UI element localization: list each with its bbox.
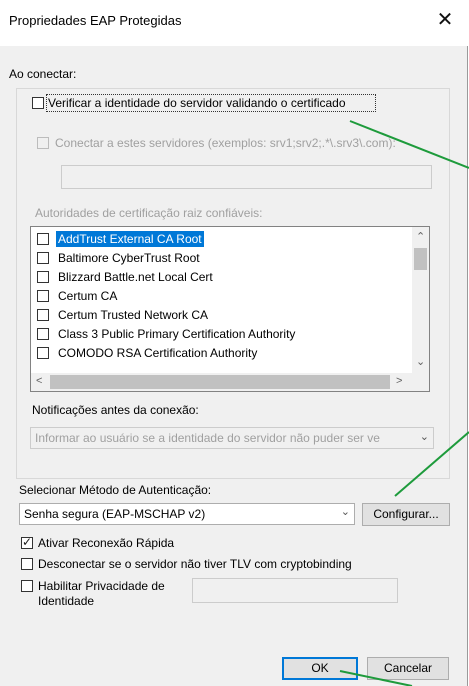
- chevron-down-icon: ⌄: [419, 431, 429, 443]
- trusted-roots-label: Autoridades de certificação raiz confiáv…: [35, 206, 263, 220]
- title-bar: Propriedades EAP Protegidas ✕: [0, 0, 468, 46]
- verify-server-checkbox[interactable]: [32, 97, 44, 109]
- certificate-label: Blizzard Battle.net Local Cert: [58, 270, 213, 284]
- close-icon[interactable]: ✕: [432, 8, 458, 34]
- scroll-thumb[interactable]: [414, 248, 427, 270]
- certificate-label: Class 3 Public Primary Certification Aut…: [58, 327, 296, 341]
- notifications-dropdown: Informar ao usuário se a identidade do s…: [30, 427, 434, 449]
- notifications-label: Notificações antes da conexão:: [32, 403, 199, 417]
- connect-servers-label: Conectar a estes servidores (exemplos: s…: [55, 136, 396, 150]
- certificate-checkbox[interactable]: [37, 233, 49, 245]
- certificate-checkbox[interactable]: [37, 328, 49, 340]
- identity-privacy-label-line1: Habilitar Privacidade de: [38, 579, 165, 593]
- certificate-label: COMODO RSA Certification Authority: [58, 346, 258, 360]
- certificate-checkbox[interactable]: [37, 290, 49, 302]
- certificate-checkbox[interactable]: [37, 252, 49, 264]
- disconnect-tlv-label: Desconectar se o servidor não tiver TLV …: [38, 557, 352, 571]
- scroll-down-icon[interactable]: ⌄: [416, 355, 425, 368]
- on-connect-label: Ao conectar:: [9, 67, 77, 81]
- scroll-left-icon[interactable]: <: [36, 375, 42, 387]
- disconnect-tlv-checkbox[interactable]: [21, 558, 33, 570]
- identity-privacy-label-line2: Identidade: [38, 594, 95, 608]
- eap-properties-dialog: Propriedades EAP Protegidas ✕ Ao conecta…: [0, 0, 468, 686]
- fast-reconnect-label: Ativar Reconexão Rápida: [38, 536, 175, 550]
- certificate-label: Baltimore CyberTrust Root: [58, 251, 200, 265]
- fast-reconnect-checkbox[interactable]: [21, 535, 33, 549]
- servers-input: [61, 165, 432, 189]
- certificate-label: AddTrust External CA Root: [56, 231, 204, 247]
- certificate-checkbox[interactable]: [37, 347, 49, 359]
- chevron-down-icon: ⌄: [340, 506, 350, 518]
- horizontal-scrollbar[interactable]: < >: [31, 373, 429, 391]
- auth-method-value: Senha segura (EAP-MSCHAP v2): [24, 507, 206, 521]
- scroll-up-icon[interactable]: ⌃: [416, 230, 425, 243]
- certificate-checkbox[interactable]: [37, 309, 49, 321]
- certificate-label: Certum Trusted Network CA: [58, 308, 209, 322]
- scroll-thumb[interactable]: [50, 375, 390, 389]
- identity-privacy-checkbox[interactable]: [21, 580, 33, 592]
- certificate-checkbox[interactable]: [37, 271, 49, 283]
- ok-button[interactable]: OK: [282, 657, 358, 680]
- certificate-list[interactable]: AddTrust External CA Root Baltimore Cybe…: [30, 226, 430, 392]
- notifications-value: Informar ao usuário se a identidade do s…: [35, 431, 380, 445]
- auth-method-dropdown[interactable]: Senha segura (EAP-MSCHAP v2) ⌄: [19, 503, 355, 525]
- configure-button[interactable]: Configurar...: [362, 503, 450, 526]
- scroll-right-icon[interactable]: >: [396, 375, 402, 387]
- certificate-label: Certum CA: [58, 289, 118, 303]
- verify-server-label: Verificar a identidade do servidor valid…: [48, 96, 346, 110]
- connect-servers-checkbox: [37, 137, 49, 149]
- auth-method-label: Selecionar Método de Autenticação:: [19, 483, 212, 497]
- vertical-scrollbar[interactable]: ⌃ ⌄: [412, 227, 429, 373]
- cancel-button[interactable]: Cancelar: [367, 657, 449, 680]
- window-title: Propriedades EAP Protegidas: [9, 13, 182, 28]
- identity-privacy-input: [192, 578, 398, 603]
